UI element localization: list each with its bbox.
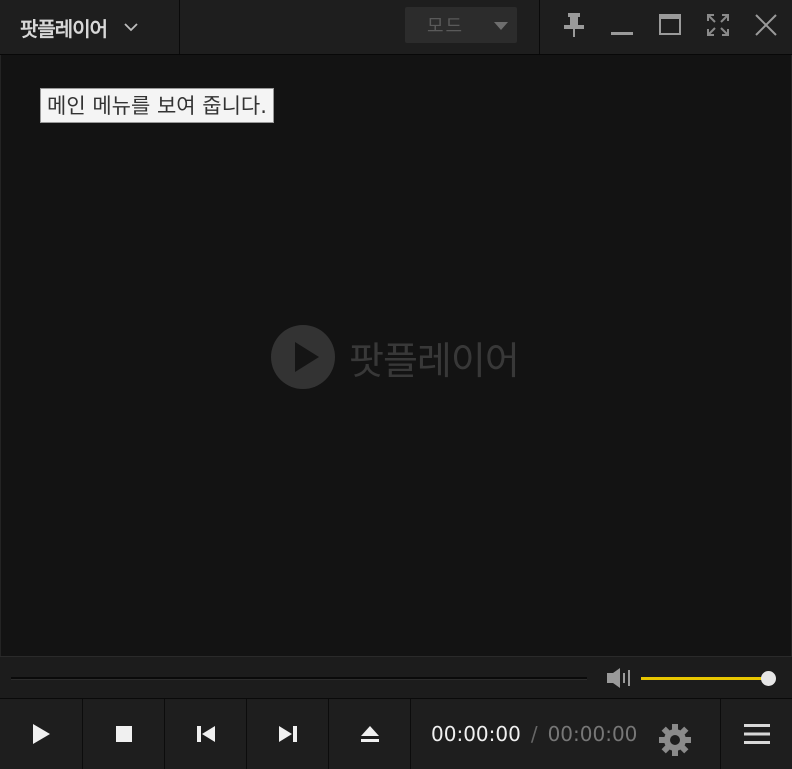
logo-text: 팟플레이어 <box>349 338 520 383</box>
main-menu-button[interactable]: 팟플레이어 <box>0 0 180 54</box>
gear-icon[interactable] <box>658 723 692 757</box>
dropdown-triangle-icon <box>494 22 508 30</box>
maximize-icon <box>659 14 681 35</box>
pin-icon <box>564 13 584 37</box>
play-icon <box>33 724 50 744</box>
stop-icon <box>115 726 132 742</box>
mode-select[interactable]: 모드 <box>405 7 517 43</box>
current-time: 00:00:00 <box>431 722 521 746</box>
minimize-button[interactable] <box>607 10 637 40</box>
main-menu-tooltip: 메인 메뉴를 보여 줍니다. <box>40 88 274 123</box>
next-icon <box>278 726 297 742</box>
control-bar: 00:00:00 / 00:00:00 <box>0 699 792 769</box>
stop-button[interactable] <box>83 699 165 769</box>
fullscreen-button[interactable] <box>703 10 733 40</box>
video-area[interactable]: 팟플레이어 <box>0 55 792 656</box>
play-button[interactable] <box>0 699 83 769</box>
volume-knob[interactable] <box>761 671 776 686</box>
play-logo-icon <box>271 325 335 389</box>
mode-label: 모드 <box>427 16 465 37</box>
pin-button[interactable] <box>559 10 589 40</box>
potplayer-window: 팟플레이어 모드 팟플레이어 메인 메뉴를 보여 줍니다. 00:00:00 /… <box>0 0 792 769</box>
chevron-down-icon <box>124 23 138 32</box>
app-menu-label: 팟플레이어 <box>20 16 108 41</box>
title-bar: 팟플레이어 모드 <box>0 0 792 55</box>
eject-button[interactable] <box>329 699 411 769</box>
close-button[interactable] <box>751 10 781 40</box>
playlist-menu-button[interactable] <box>720 699 792 769</box>
window-controls-divider <box>539 0 540 54</box>
maximize-button[interactable] <box>655 10 685 40</box>
seek-bar[interactable] <box>11 677 587 680</box>
time-display: 00:00:00 / 00:00:00 <box>431 699 637 769</box>
volume-slider[interactable] <box>641 671 776 686</box>
close-icon <box>755 14 777 36</box>
volume-fill <box>641 677 769 680</box>
minimize-icon <box>611 32 633 35</box>
player-logo: 팟플레이어 <box>271 325 520 389</box>
speaker-icon[interactable] <box>605 667 633 689</box>
seek-row <box>0 656 792 699</box>
previous-icon <box>196 726 215 742</box>
total-time: 00:00:00 <box>547 722 638 746</box>
next-button[interactable] <box>247 699 329 769</box>
fullscreen-icon <box>707 14 729 36</box>
time-separator: / <box>530 722 538 746</box>
previous-button[interactable] <box>165 699 247 769</box>
hamburger-icon <box>743 724 770 744</box>
eject-icon <box>360 726 379 742</box>
